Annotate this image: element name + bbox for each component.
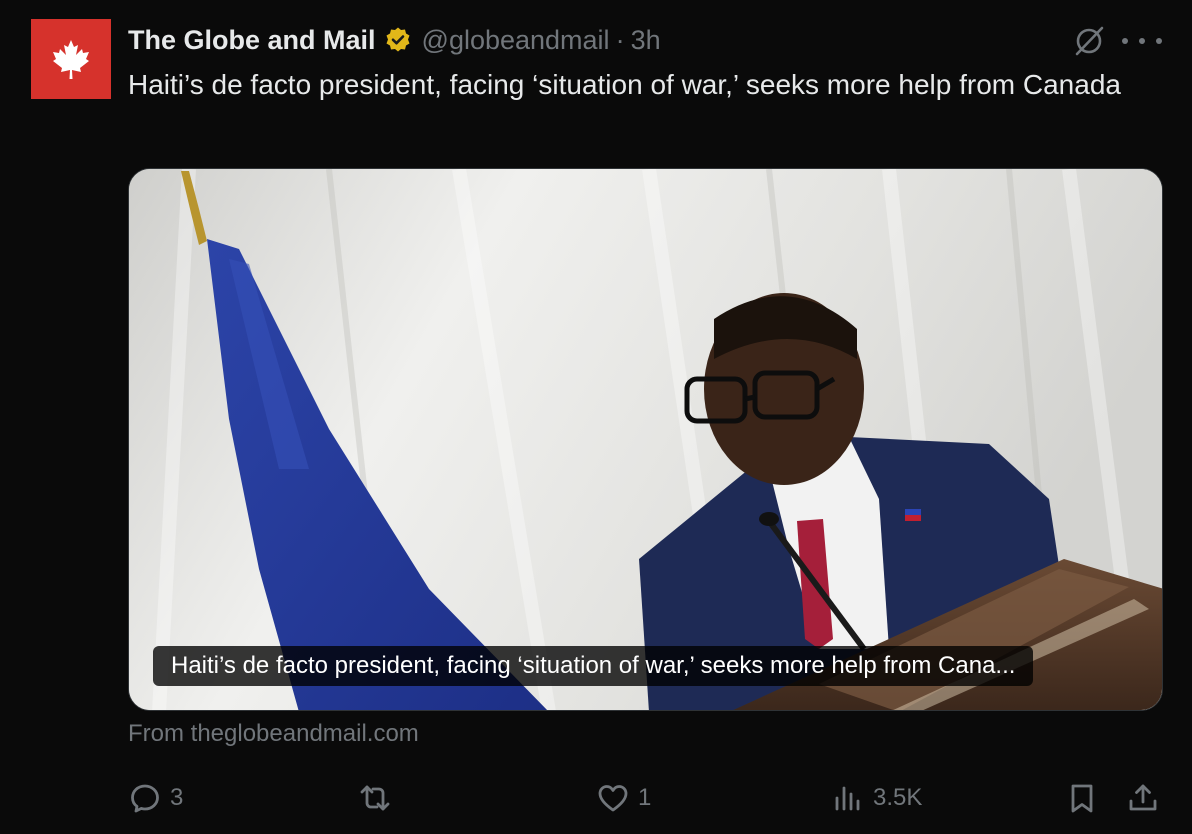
views-icon (835, 786, 860, 811)
reply-count: 3 (170, 784, 184, 811)
repost-button[interactable] (358, 778, 400, 818)
article-photo (129, 169, 1162, 710)
card-caption: Haiti’s de facto president, facing ‘situ… (153, 646, 1034, 686)
link-card[interactable]: Haiti’s de facto president, facing ‘situ… (128, 168, 1163, 711)
bookmark-icon (1071, 784, 1093, 813)
repost-icon (360, 785, 390, 811)
more-icon[interactable] (1122, 28, 1162, 54)
card-source[interactable]: From theglobeandmail.com (128, 720, 419, 748)
avatar[interactable] (31, 19, 111, 99)
grok-icon[interactable] (1072, 24, 1106, 58)
like-icon (598, 785, 628, 812)
account-name[interactable]: The Globe and Mail (128, 25, 376, 56)
like-button[interactable]: 1 (596, 778, 651, 818)
views-button[interactable]: 3.5K (831, 778, 922, 818)
separator-dot: · (615, 24, 625, 55)
like-count: 1 (638, 784, 652, 811)
share-icon (1129, 784, 1157, 811)
reply-icon (131, 784, 159, 813)
verified-badge-icon[interactable] (384, 26, 412, 54)
timestamp[interactable]: 3h (631, 25, 661, 56)
maple-leaf-icon (53, 40, 89, 79)
share-button[interactable] (1126, 778, 1160, 818)
tweet-header: The Globe and Mail @globeandmail · 3h (128, 22, 661, 58)
bookmark-button[interactable] (1065, 778, 1099, 818)
tweet-text: Haiti’s de facto president, facing ‘situ… (128, 69, 1121, 100)
reply-button[interactable]: 3 (128, 778, 183, 818)
views-count: 3.5K (873, 784, 923, 811)
account-handle[interactable]: @globeandmail (422, 25, 610, 56)
action-bar: 3 1 3.5K (128, 778, 1168, 818)
